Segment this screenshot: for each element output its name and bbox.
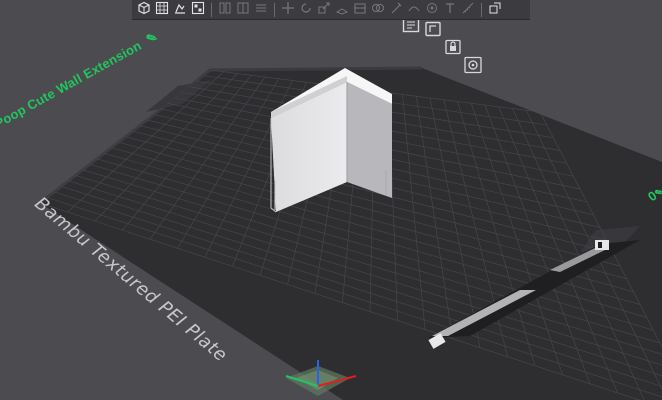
split-parts-icon bbox=[236, 0, 250, 19]
assembly-button[interactable] bbox=[487, 2, 503, 18]
color-paint-icon bbox=[425, 0, 439, 19]
mesh-boolean-icon bbox=[371, 0, 385, 19]
seam-paint-button[interactable] bbox=[406, 2, 422, 18]
arrange-button[interactable] bbox=[190, 0, 206, 19]
plate-tool-2[interactable] bbox=[422, 21, 444, 41]
toolbar-separator bbox=[481, 2, 482, 17]
support-paint-icon bbox=[389, 0, 403, 19]
lock-icon bbox=[444, 39, 462, 59]
toolbar-separator bbox=[274, 2, 275, 17]
plate-orient-button[interactable] bbox=[462, 56, 484, 78]
lay-on-face-button[interactable] bbox=[334, 2, 350, 18]
mesh-boolean-button[interactable] bbox=[370, 2, 386, 18]
orient-button[interactable] bbox=[172, 2, 188, 18]
split-objects-button[interactable] bbox=[217, 2, 233, 18]
orient-icon bbox=[173, 0, 187, 19]
plate-settings-icon bbox=[463, 56, 483, 78]
move-button[interactable] bbox=[280, 2, 296, 18]
move-icon bbox=[281, 0, 295, 19]
toolbar-separator bbox=[211, 2, 212, 17]
layer-editing-icon bbox=[254, 0, 268, 19]
support-paint-button[interactable] bbox=[388, 2, 404, 18]
seam-paint-icon bbox=[407, 0, 421, 19]
add-plate-button[interactable] bbox=[154, 0, 170, 19]
rotate-icon bbox=[299, 0, 313, 19]
cut-icon bbox=[353, 0, 367, 19]
plate-settings-button[interactable] bbox=[400, 17, 422, 37]
measure-icon bbox=[461, 0, 475, 19]
split-parts-button[interactable] bbox=[235, 2, 251, 18]
measure-button[interactable] bbox=[460, 2, 476, 18]
text-button[interactable] bbox=[442, 2, 458, 18]
color-paint-button[interactable] bbox=[424, 2, 440, 18]
cut-button[interactable] bbox=[352, 2, 368, 18]
plate-settings-icon bbox=[402, 17, 420, 37]
arrange-icon bbox=[191, 0, 205, 19]
main-toolbar bbox=[132, 0, 530, 20]
assembly-icon bbox=[488, 0, 502, 19]
lock-button[interactable] bbox=[442, 39, 464, 59]
add-object-icon bbox=[137, 0, 151, 19]
auto-orient-plate-icon bbox=[424, 21, 442, 41]
text-icon bbox=[443, 0, 457, 19]
scale-button[interactable] bbox=[316, 2, 332, 18]
add-object-button[interactable] bbox=[136, 0, 152, 19]
rotate-button[interactable] bbox=[298, 2, 314, 18]
layer-editing-button[interactable] bbox=[253, 2, 269, 18]
scale-icon bbox=[317, 0, 331, 19]
add-plate-icon bbox=[155, 0, 169, 19]
lay-on-face-icon bbox=[335, 0, 349, 19]
split-objects-icon bbox=[218, 0, 232, 19]
